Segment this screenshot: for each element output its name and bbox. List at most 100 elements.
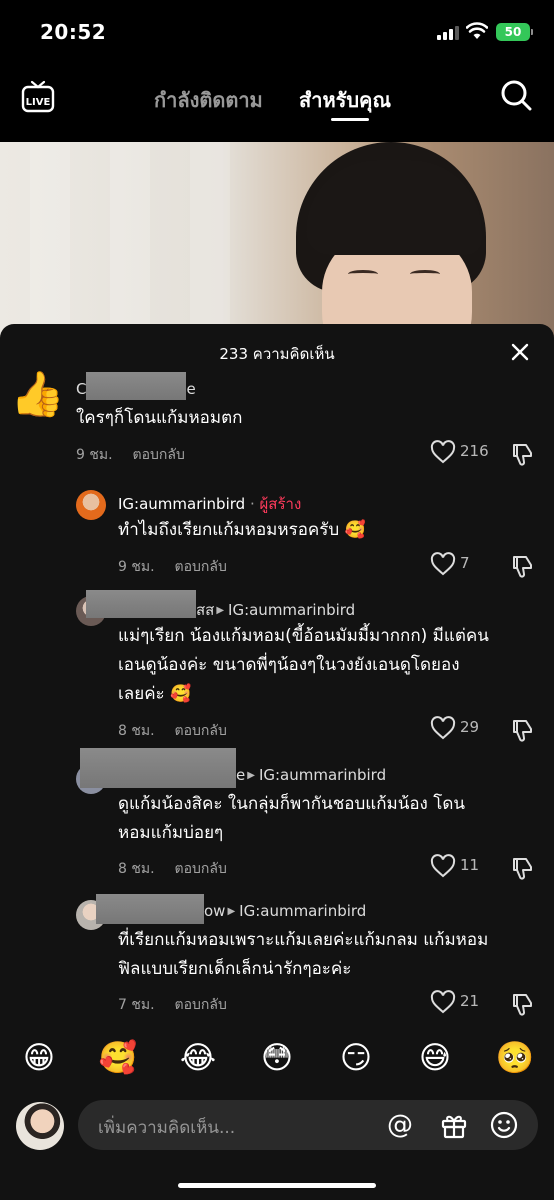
like-button[interactable]: 29 bbox=[430, 716, 500, 740]
reply-item: สส ▶ IG:aummarinbird แม่ๆเรียก น้องแก้มหอม… bbox=[0, 590, 554, 742]
separator: · bbox=[249, 495, 255, 513]
comment-text: ใครๆก็โดนแก้มหอมตก bbox=[76, 408, 243, 428]
comment-time: 7 ชม. bbox=[118, 997, 155, 1013]
emoji-tears-of-joy[interactable]: 😂 bbox=[176, 1036, 220, 1080]
username-suffix: สส bbox=[196, 601, 215, 619]
tab-following[interactable]: กำลังติดตาม bbox=[154, 84, 263, 116]
comment-time: 9 ชม. bbox=[76, 447, 113, 463]
comment-item: 👍 Ce ใครๆก็โดนแก้มหอมตก 9 ชม. ตอบกลับ 216 bbox=[0, 364, 554, 474]
heart-icon bbox=[430, 440, 456, 464]
emoji-smiling-hearts[interactable]: 🥰 bbox=[96, 1036, 140, 1080]
like-count: 216 bbox=[460, 442, 489, 460]
background-stripe bbox=[30, 142, 70, 342]
like-button[interactable]: 11 bbox=[430, 854, 500, 878]
person-eye bbox=[348, 270, 378, 278]
reply-arrow-icon: ▶ bbox=[216, 605, 225, 616]
background-stripe bbox=[190, 142, 230, 342]
comment-meta: 8 ชม. ตอบกลับ bbox=[118, 720, 227, 742]
comment-time: 8 ชม. bbox=[118, 861, 155, 877]
comment-input-placeholder: เพิ่มความคิดเห็น... bbox=[98, 1118, 236, 1138]
emoji-grin[interactable]: 😁 bbox=[17, 1036, 61, 1080]
heart-icon bbox=[430, 716, 456, 740]
gift-icon[interactable] bbox=[440, 1111, 468, 1139]
avatar[interactable]: 👍 bbox=[10, 368, 65, 422]
like-count: 21 bbox=[460, 992, 480, 1010]
close-icon[interactable] bbox=[508, 340, 532, 364]
battery-indicator: 50 bbox=[496, 23, 530, 41]
comment-line: เลยค่ะ 🥰 bbox=[118, 684, 192, 704]
comment-meta: 7 ชม. ตอบกลับ bbox=[118, 994, 227, 1016]
comment-time: 9 ชม. bbox=[118, 559, 155, 575]
reply-button[interactable]: ตอบกลับ bbox=[175, 997, 227, 1013]
tab-for-you[interactable]: สำหรับคุณ bbox=[299, 84, 391, 116]
emoji-flushed[interactable]: 😳 bbox=[255, 1036, 299, 1080]
comment-line: หอมแก้มบ่อยๆ bbox=[118, 823, 224, 843]
dislike-icon[interactable] bbox=[510, 442, 534, 466]
video-preview[interactable] bbox=[0, 142, 554, 342]
comment-text: ดูแก้มน้องสิคะ ในกลุ่มก็พากันชอบแก้มน้อง… bbox=[118, 790, 465, 848]
like-count: 7 bbox=[460, 554, 470, 572]
creator-badge: ผู้สร้าง bbox=[259, 495, 302, 513]
emoji-pleading[interactable]: 🥺 bbox=[493, 1036, 537, 1080]
comment-text: แม่ๆเรียก น้องแก้มหอม(ขี้อ้อนมัมมี้มากกก… bbox=[118, 622, 489, 709]
heart-icon bbox=[430, 854, 456, 878]
reply-username[interactable]: ow ▶ IG:aummarinbird bbox=[204, 902, 366, 920]
comment-input[interactable]: เพิ่มความคิดเห็น... @ bbox=[78, 1100, 538, 1150]
battery-tip bbox=[531, 29, 533, 35]
comment-text: ทำไมถึงเรียกแก้มหอมหรอครับ 🥰 bbox=[118, 520, 366, 540]
heart-icon bbox=[430, 990, 456, 1014]
like-button[interactable]: 216 bbox=[430, 440, 500, 464]
dislike-icon[interactable] bbox=[510, 856, 534, 880]
comment-line: แม่ๆเรียก น้องแก้มหอม(ขี้อ้อนมัมมี้มากกก… bbox=[118, 626, 489, 646]
reply-arrow-icon: ▶ bbox=[247, 770, 255, 781]
reply-username[interactable]: สส ▶ IG:aummarinbird bbox=[196, 598, 355, 622]
emoji-sweat-smile[interactable]: 😅 bbox=[413, 1036, 457, 1080]
battery-level: 50 bbox=[504, 25, 522, 39]
search-icon[interactable] bbox=[500, 79, 532, 111]
redacted-username bbox=[80, 748, 236, 788]
emoji-smirk[interactable]: 😏 bbox=[334, 1036, 378, 1080]
live-label: LIVE bbox=[26, 97, 51, 108]
dislike-icon[interactable] bbox=[510, 992, 534, 1016]
reply-username[interactable]: e ▶ IG:aummarinbird bbox=[236, 766, 386, 784]
comment-input-row: เพิ่มความคิดเห็น... @ bbox=[0, 1094, 554, 1154]
username-suffix: e bbox=[236, 766, 246, 784]
smile-icon[interactable] bbox=[490, 1111, 518, 1139]
like-button[interactable]: 7 bbox=[430, 552, 500, 576]
reply-button[interactable]: ตอบกลับ bbox=[133, 447, 185, 463]
top-nav: LIVE กำลังติดตาม สำหรับคุณ bbox=[0, 66, 554, 142]
live-icon[interactable]: LIVE bbox=[20, 78, 56, 114]
redacted-username bbox=[86, 372, 186, 400]
comment-meta: 9 ชม. ตอบกลับ bbox=[118, 556, 227, 578]
reply-to-username: IG:aummarinbird bbox=[228, 601, 356, 619]
reply-button[interactable]: ตอบกลับ bbox=[175, 861, 227, 877]
reply-button[interactable]: ตอบกลับ bbox=[175, 723, 227, 739]
dislike-icon[interactable] bbox=[510, 718, 534, 742]
wifi-icon bbox=[466, 22, 488, 39]
active-tab-indicator bbox=[331, 118, 369, 121]
heart-icon bbox=[430, 552, 456, 576]
reply-item: IG:aummarinbird · ผู้สร้าง ทำไมถึงเรียกแ… bbox=[0, 484, 554, 584]
comment-time: 8 ชม. bbox=[118, 723, 155, 739]
like-button[interactable]: 21 bbox=[430, 990, 500, 1014]
comment-line: เอนดูน้องค่ะ ขนาดพี่ๆน้องๆในวงยังเอนดูโด… bbox=[118, 655, 460, 675]
reply-button[interactable]: ตอบกลับ bbox=[175, 559, 227, 575]
reply-username[interactable]: IG:aummarinbird · ผู้สร้าง bbox=[118, 492, 301, 516]
username-suffix: e bbox=[186, 380, 196, 398]
at-icon[interactable]: @ bbox=[386, 1112, 414, 1140]
comment-meta: 9 ชม. ตอบกลับ bbox=[76, 444, 185, 466]
creator-username: IG:aummarinbird bbox=[118, 495, 246, 513]
comment-text: ที่เรียกแก้มหอมเพราะแก้มเลยค่ะแก้มกลม แก… bbox=[118, 926, 488, 984]
home-indicator[interactable] bbox=[178, 1183, 376, 1188]
dislike-icon[interactable] bbox=[510, 554, 534, 578]
redacted-username bbox=[96, 894, 204, 924]
username-prefix: C bbox=[76, 380, 87, 398]
avatar[interactable] bbox=[76, 490, 106, 520]
username-suffix: ow bbox=[204, 902, 226, 920]
background-stripe bbox=[110, 142, 150, 342]
cellular-signal-icon bbox=[437, 26, 459, 40]
my-avatar[interactable] bbox=[16, 1102, 64, 1150]
reply-to-username: IG:aummarinbird bbox=[239, 902, 367, 920]
reply-to-username: IG:aummarinbird bbox=[258, 766, 387, 784]
comment-line: ฟิลแบบเรียกเด็กเล็กน่ารักๆอะค่ะ bbox=[118, 959, 352, 979]
